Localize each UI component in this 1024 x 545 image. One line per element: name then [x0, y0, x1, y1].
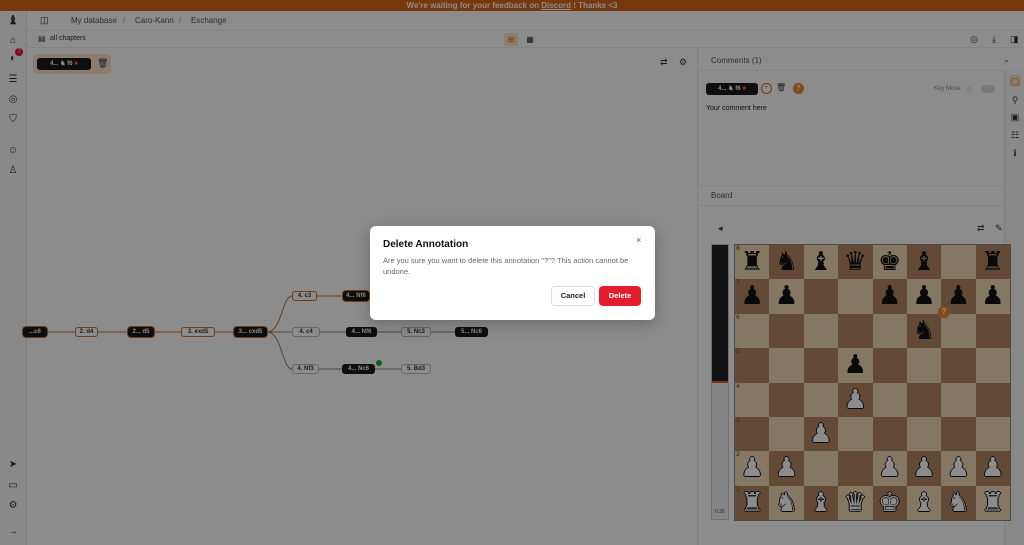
cancel-button[interactable]: Cancel [551, 286, 595, 306]
delete-button[interactable]: Delete [599, 286, 641, 306]
dialog-title: Delete Annotation [383, 239, 469, 250]
delete-annotation-dialog: Delete Annotation × Are you sure you wan… [370, 226, 655, 320]
dialog-message: Are you sure you want to delete this ann… [383, 256, 629, 276]
close-icon[interactable]: × [636, 235, 641, 245]
